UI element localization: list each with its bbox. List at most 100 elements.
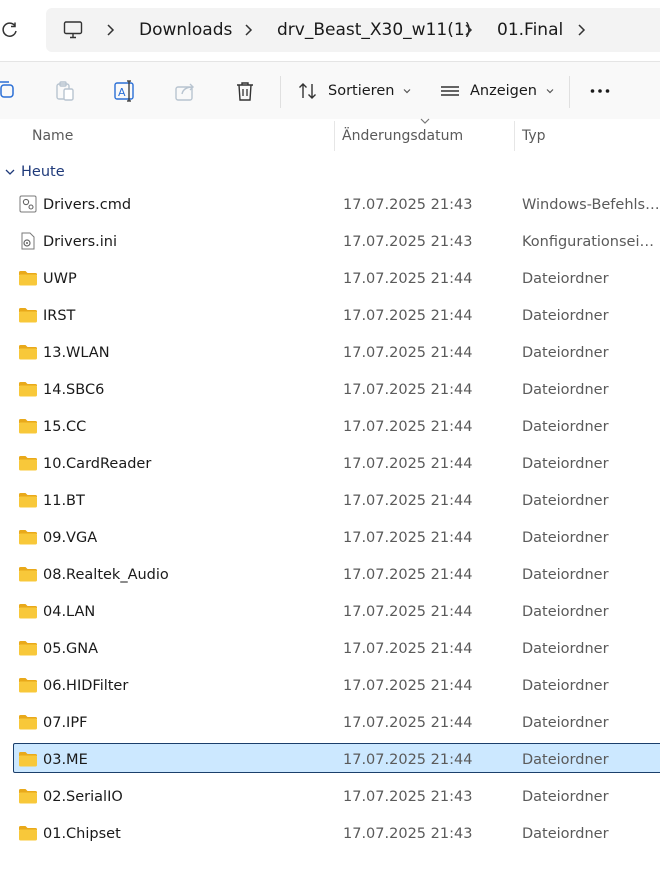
- chevron-down-icon: [5, 169, 15, 175]
- file-row[interactable]: 07.IPF 17.07.2025 21:44 Dateiordner: [0, 705, 660, 742]
- computer-icon: [63, 21, 83, 39]
- svg-text:A: A: [118, 86, 126, 99]
- folder-icon: [18, 306, 38, 324]
- folder-icon: [18, 417, 38, 435]
- folder-icon: [18, 491, 38, 509]
- file-date: 17.07.2025 21:44: [343, 604, 473, 620]
- chevron-right-icon[interactable]: [575, 22, 587, 38]
- chevron-down-icon: [404, 89, 411, 94]
- file-row[interactable]: 09.VGA 17.07.2025 21:44 Dateiordner: [0, 520, 660, 557]
- file-type: Dateiordner: [522, 271, 609, 287]
- file-date: 17.07.2025 21:43: [343, 234, 473, 250]
- view-label: Anzeigen: [470, 83, 537, 99]
- file-date: 17.07.2025 21:44: [343, 752, 473, 768]
- file-row[interactable]: 08.Realtek_Audio 17.07.2025 21:44 Dateiord…: [0, 557, 660, 594]
- column-header-name[interactable]: Name: [32, 119, 73, 153]
- file-type: Dateiordner: [522, 826, 609, 842]
- delete-icon[interactable]: [233, 79, 257, 103]
- refresh-button[interactable]: [0, 20, 20, 40]
- file-row[interactable]: 02.SerialIO 17.07.2025 21:43 Dateiordner: [0, 779, 660, 816]
- file-date: 17.07.2025 21:43: [343, 789, 473, 805]
- cmd-file-icon: [18, 195, 38, 213]
- column-header-date[interactable]: Änderungsdatum: [342, 119, 463, 153]
- file-date: 17.07.2025 21:44: [343, 493, 473, 509]
- folder-icon: [18, 713, 38, 731]
- view-list-icon: [441, 86, 459, 96]
- folder-icon: [18, 528, 38, 546]
- file-row[interactable]: 14.SBC6 17.07.2025 21:44 Dateiordner: [0, 372, 660, 409]
- file-row[interactable]: 05.GNA 17.07.2025 21:44 Dateiordner: [0, 631, 660, 668]
- file-date: 17.07.2025 21:44: [343, 345, 473, 361]
- file-row[interactable]: Drivers.ini 17.07.2025 21:43 Konfiguration…: [0, 224, 660, 261]
- file-type: Dateiordner: [522, 752, 609, 768]
- group-label: Heute: [21, 164, 65, 180]
- file-type: Dateiordner: [522, 604, 609, 620]
- file-row[interactable]: 11.BT 17.07.2025 21:44 Dateiordner: [0, 483, 660, 520]
- sort-label: Sortieren: [328, 83, 395, 99]
- file-name: Drivers.ini: [43, 234, 118, 250]
- file-row[interactable]: 13.WLAN 17.07.2025 21:44 Dateiordner: [0, 335, 660, 372]
- breadcrumb-item-drv-folder[interactable]: drv_Beast_X30_w11(1): [277, 8, 471, 52]
- file-date: 17.07.2025 21:44: [343, 308, 473, 324]
- rename-icon[interactable]: A: [113, 79, 137, 103]
- file-type: Dateiordner: [522, 789, 609, 805]
- file-type: Dateiordner: [522, 345, 609, 361]
- file-name: 15.CC: [43, 419, 87, 435]
- file-type: Dateiordner: [522, 308, 609, 324]
- file-type: Dateiordner: [522, 456, 609, 472]
- file-date: 17.07.2025 21:44: [343, 641, 473, 657]
- file-name: UWP: [43, 271, 77, 287]
- folder-icon: [18, 824, 38, 842]
- file-name: 08.Realtek_Audio: [43, 567, 169, 583]
- file-row[interactable]: 15.CC 17.07.2025 21:44 Dateiordner: [0, 409, 660, 446]
- paste-icon[interactable]: [53, 79, 77, 103]
- file-row[interactable]: 06.HIDFilter 17.07.2025 21:44 Dateiordner: [0, 668, 660, 705]
- file-type: Dateiordner: [522, 530, 609, 546]
- group-header-today[interactable]: Heute: [0, 156, 660, 188]
- file-name: 11.BT: [43, 493, 85, 509]
- file-row[interactable]: 10.CardReader 17.07.2025 21:44 Dateiordner: [0, 446, 660, 483]
- file-row[interactable]: IRST 17.07.2025 21:44 Dateiordner: [0, 298, 660, 335]
- file-row[interactable]: 03.ME 17.07.2025 21:44 Dateiordner: [0, 742, 660, 779]
- file-row[interactable]: 01.Chipset 17.07.2025 21:43 Dateiordner: [0, 816, 660, 853]
- column-divider[interactable]: [334, 121, 335, 151]
- breadcrumb[interactable]: Downloads drv_Beast_X30_w11(1) 01.Final: [46, 8, 660, 52]
- file-row[interactable]: 04.LAN 17.07.2025 21:44 Dateiordner: [0, 594, 660, 631]
- breadcrumb-item-downloads[interactable]: Downloads: [139, 8, 232, 52]
- folder-icon: [18, 750, 38, 768]
- folder-icon: [18, 639, 38, 657]
- file-date: 17.07.2025 21:44: [343, 678, 473, 694]
- breadcrumb-item-final[interactable]: 01.Final: [497, 8, 563, 52]
- file-name: 06.HIDFilter: [43, 678, 129, 694]
- folder-icon: [18, 602, 38, 620]
- view-button[interactable]: Anzeigen: [439, 73, 555, 109]
- file-name: 01.Chipset: [43, 826, 121, 842]
- sort-button[interactable]: Sortieren: [297, 73, 412, 109]
- chevron-right-icon: [465, 24, 473, 36]
- file-row[interactable]: UWP 17.07.2025 21:44 Dateiordner: [0, 261, 660, 298]
- file-date: 17.07.2025 21:43: [343, 826, 473, 842]
- share-icon[interactable]: [173, 79, 197, 103]
- copy-icon[interactable]: [0, 79, 18, 103]
- column-header-type[interactable]: Typ: [522, 119, 546, 153]
- folder-icon: [18, 454, 38, 472]
- file-type: Konfigurationseinstellungen: [522, 234, 660, 250]
- file-date: 17.07.2025 21:44: [343, 382, 473, 398]
- file-date: 17.07.2025 21:44: [343, 567, 473, 583]
- file-type: Dateiordner: [522, 678, 609, 694]
- file-date: 17.07.2025 21:44: [343, 530, 473, 546]
- address-bar: Downloads drv_Beast_X30_w11(1) 01.Final: [0, 0, 660, 60]
- file-type: Dateiordner: [522, 567, 609, 583]
- folder-icon: [18, 343, 38, 361]
- column-divider[interactable]: [514, 121, 515, 151]
- folder-icon: [18, 676, 38, 694]
- toolbar-divider: [569, 76, 570, 108]
- file-date: 17.07.2025 21:43: [343, 197, 473, 213]
- file-date: 17.07.2025 21:44: [343, 271, 473, 287]
- chevron-down-icon: [546, 89, 554, 94]
- file-row[interactable]: Drivers.cmd 17.07.2025 21:43 Windows-Befeh…: [0, 187, 660, 224]
- more-icon[interactable]: [588, 79, 612, 103]
- file-type: Windows-Befehlsskript: [522, 197, 660, 213]
- file-name: 05.GNA: [43, 641, 99, 657]
- column-header-row: Name Änderungsdatum Typ: [0, 118, 660, 153]
